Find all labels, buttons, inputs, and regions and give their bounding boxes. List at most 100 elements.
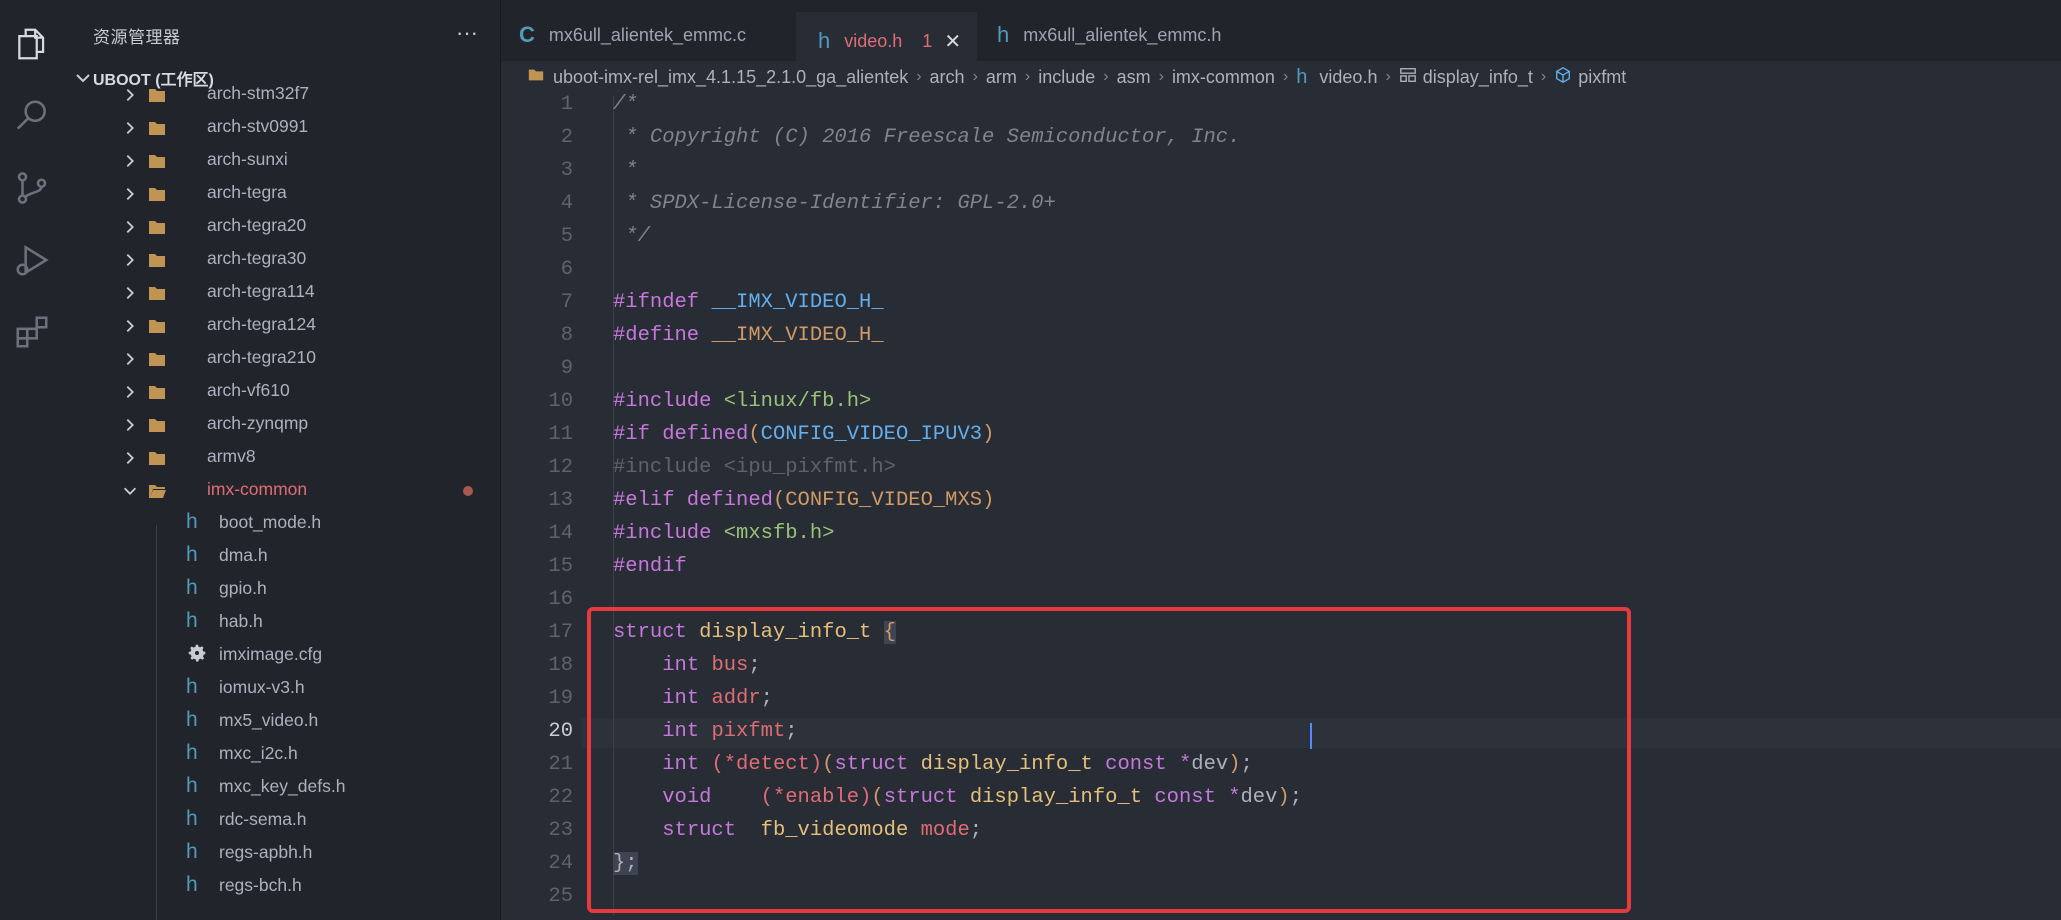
h-file-icon: h	[186, 840, 198, 863]
tab-label: mx6ull_alientek_emmc.c	[548, 24, 746, 45]
folder-armv8[interactable]: armv8	[63, 442, 500, 475]
breadcrumb-include[interactable]: include	[1038, 67, 1095, 88]
h-file-icon: h	[186, 774, 198, 797]
line-number: 7	[560, 291, 573, 314]
search-icon[interactable]	[0, 86, 63, 146]
line-number: 16	[548, 588, 573, 611]
folder-arch-tegra20[interactable]: arch-tegra20	[63, 211, 500, 244]
breadcrumb-imx-common[interactable]: imx-common	[1172, 67, 1275, 88]
folder-arch-tegra114[interactable]: arch-tegra114	[63, 277, 500, 310]
folder-icon	[147, 250, 167, 270]
folder-arch-tegra210[interactable]: arch-tegra210	[63, 343, 500, 376]
folder-arch-stm32f7[interactable]: arch-stm32f7	[63, 79, 500, 112]
file-label: dma.h	[219, 545, 268, 565]
file-rdc-sema.h[interactable]: h rdc-sema.h	[63, 805, 500, 838]
gear-icon	[186, 642, 208, 664]
file-mxc_i2c.h[interactable]: h mxc_i2c.h	[63, 739, 500, 772]
folder-arch-tegra30[interactable]: arch-tegra30	[63, 244, 500, 277]
folder-arch-stv0991[interactable]: arch-stv0991	[63, 112, 500, 145]
folder-icon	[147, 151, 167, 171]
source-control-icon[interactable]	[0, 158, 63, 218]
file-dma.h[interactable]: h dma.h	[63, 541, 500, 574]
line-number: 20	[548, 720, 573, 743]
explorer-sidebar: 资源管理器 ··· UBOOT (工作区) arch-stm32f7 arch-s…	[63, 0, 501, 920]
folder-label: arch-tegra114	[207, 281, 315, 301]
explorer-title: 资源管理器	[93, 27, 181, 47]
file-boot_mode.h[interactable]: h boot_mode.h	[63, 508, 500, 541]
h-file-icon: h	[186, 873, 198, 896]
tree-indent-guide	[156, 525, 157, 920]
code-line-7: #ifndef __IMX_VIDEO_H_	[613, 291, 884, 314]
file-label: regs-apbh.h	[219, 842, 313, 862]
line-number: 8	[560, 324, 573, 347]
chevron-right-icon	[126, 88, 134, 102]
folder-icon	[147, 283, 167, 303]
chevron-right-icon: ›	[1103, 68, 1109, 85]
more-actions-icon[interactable]: ···	[456, 18, 478, 48]
close-icon[interactable]: ✕	[944, 29, 961, 54]
tab-label: mx6ull_alientek_emmc.h	[1023, 24, 1222, 45]
line-number: 18	[548, 654, 573, 677]
folder-label: arch-sunxi	[207, 149, 288, 169]
file-mx5_video.h[interactable]: h mx5_video.h	[63, 706, 500, 739]
folder-arch-zynqmp[interactable]: arch-zynqmp	[63, 409, 500, 442]
line-number: 23	[548, 819, 573, 842]
file-regs-apbh.h[interactable]: h regs-apbh.h	[63, 838, 500, 871]
file-label: mxc_key_defs.h	[219, 776, 346, 796]
folder-arch-tegra[interactable]: arch-tegra	[63, 178, 500, 211]
line-number: 3	[560, 159, 573, 182]
chevron-right-icon	[126, 352, 134, 366]
folder-label: arch-vf610	[207, 380, 290, 400]
folder-icon	[147, 85, 167, 105]
folder-arch-sunxi[interactable]: arch-sunxi	[63, 145, 500, 178]
breadcrumb-field[interactable]: pixfmt	[1578, 67, 1626, 88]
file-gpio.h[interactable]: h gpio.h	[63, 574, 500, 607]
file-imximage.cfg[interactable]: imximage.cfg	[63, 640, 500, 673]
extensions-icon[interactable]	[0, 302, 63, 362]
tab-mx6ull-alientek-emmc-h[interactable]: h mx6ull_alientek_emmc.h	[997, 12, 1287, 58]
h-file-icon: h	[1296, 65, 1308, 88]
folder-arch-vf610[interactable]: arch-vf610	[63, 376, 500, 409]
chevron-right-icon: ›	[916, 68, 922, 85]
file-regs-bch.h[interactable]: h regs-bch.h	[63, 871, 500, 904]
folder-imx-common[interactable]: imx-common	[63, 475, 500, 508]
folder-icon	[147, 382, 167, 402]
folder-icon	[147, 118, 167, 138]
file-label: rdc-sema.h	[219, 809, 307, 829]
h-file-icon: h	[186, 675, 198, 698]
chevron-right-icon	[126, 121, 134, 135]
folder-icon	[147, 415, 167, 435]
file-hab.h[interactable]: h hab.h	[63, 607, 500, 640]
line-number: 14	[548, 522, 573, 545]
folder-open-icon	[147, 481, 167, 501]
file-mxc_key_defs.h[interactable]: h mxc_key_defs.h	[63, 772, 500, 805]
chevron-right-icon: ›	[1540, 68, 1547, 85]
file-label: boot_mode.h	[219, 512, 322, 532]
code-line-4: * SPDX-License-Identifier: GPL-2.0+	[613, 192, 1056, 215]
h-file-icon: h	[186, 741, 198, 764]
annotation-highlight-box	[587, 607, 1631, 913]
file-iomux-v3.h[interactable]: h iomux-v3.h	[63, 673, 500, 706]
line-number: 6	[560, 258, 573, 281]
line-number: 21	[548, 753, 573, 776]
file-label: hab.h	[219, 611, 263, 631]
chevron-right-icon: ›	[1158, 68, 1164, 85]
code-line-10: #include <linux/fb.h>	[613, 390, 872, 413]
breadcrumb-arch[interactable]: arch	[930, 67, 965, 88]
tab-mx6ull-alientek-emmc-c[interactable]: C mx6ull_alientek_emmc.c	[519, 12, 796, 58]
run-debug-icon[interactable]	[0, 230, 63, 290]
explorer-icon[interactable]	[0, 14, 63, 74]
code-line-11: #if defined(CONFIG_VIDEO_IPUV3)	[613, 423, 995, 446]
breadcrumb-arm[interactable]: arm	[986, 67, 1017, 88]
breadcrumb-asm[interactable]: asm	[1117, 67, 1151, 88]
code-line-1: /*	[613, 93, 638, 116]
breadcrumb-struct[interactable]: display_info_t	[1423, 67, 1533, 88]
h-file-icon: h	[186, 576, 198, 599]
folder-arch-tegra124[interactable]: arch-tegra124	[63, 310, 500, 343]
line-number: 12	[548, 456, 573, 479]
breadcrumb-file[interactable]: video.h	[1319, 67, 1377, 88]
breadcrumb-root[interactable]: uboot-imx-rel_imx_4.1.15_2.1.0_ga_alient…	[553, 67, 908, 88]
field-icon	[1554, 66, 1572, 89]
file-label: mx5_video.h	[219, 710, 319, 730]
h-file-icon: h	[186, 807, 198, 830]
